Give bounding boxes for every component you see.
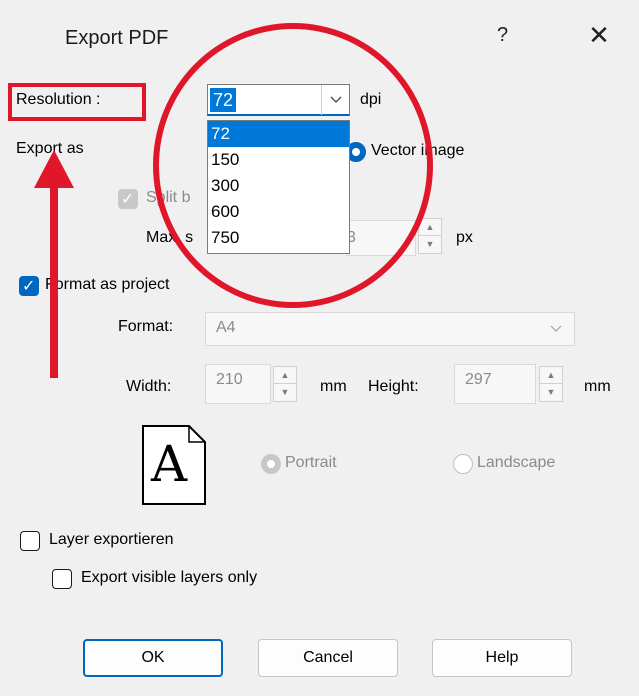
portrait-label: Portrait: [285, 454, 337, 471]
format-label: Format:: [118, 318, 174, 335]
cancel-button[interactable]: Cancel: [258, 639, 398, 677]
arrow-up-icon: [34, 150, 74, 378]
format-select[interactable]: A4: [205, 312, 575, 346]
dialog-title: Export PDF: [65, 27, 169, 49]
height-field[interactable]: 297: [454, 364, 536, 404]
ok-button[interactable]: OK: [83, 639, 223, 677]
close-icon[interactable]: ✕: [584, 20, 614, 50]
height-unit: mm: [584, 378, 611, 395]
spin-down-icon[interactable]: ▼: [419, 236, 441, 253]
resolution-dropdown-list[interactable]: 72 150 300 600 750: [207, 120, 350, 254]
annotation-highlight-box: [8, 83, 146, 121]
spin-down-icon[interactable]: ▼: [540, 384, 562, 401]
page-icon-letter: A: [151, 435, 188, 493]
format-value: A4: [216, 319, 236, 336]
resolution-option[interactable]: 750: [208, 225, 349, 251]
width-field[interactable]: 210: [205, 364, 271, 404]
resolution-option[interactable]: 600: [208, 199, 349, 225]
max-size-spinner[interactable]: ▲ ▼: [418, 218, 442, 254]
layer-export-label: Layer exportieren: [49, 531, 174, 548]
chevron-down-icon: [550, 325, 562, 332]
spin-down-icon[interactable]: ▼: [274, 384, 296, 401]
help-button[interactable]: Help: [432, 639, 572, 677]
check-icon: ✓: [121, 191, 135, 208]
portrait-radio[interactable]: [261, 454, 281, 474]
spin-up-icon[interactable]: ▲: [540, 367, 562, 384]
landscape-radio[interactable]: [453, 454, 473, 474]
visible-layers-label: Export visible layers only: [81, 569, 258, 586]
resolution-option[interactable]: 150: [208, 147, 349, 173]
height-value: 297: [465, 371, 492, 388]
landscape-label: Landscape: [477, 454, 556, 471]
width-value: 210: [216, 371, 243, 388]
export-pdf-dialog: Export PDF ? ✕ Resolution : 72 dpi Expor…: [0, 0, 639, 696]
width-spinner[interactable]: ▲ ▼: [273, 366, 297, 402]
spin-up-icon[interactable]: ▲: [274, 367, 296, 384]
help-question-button[interactable]: ?: [497, 24, 508, 47]
visible-layers-checkbox[interactable]: [52, 569, 72, 589]
max-size-unit: px: [456, 229, 473, 246]
height-spinner[interactable]: ▲ ▼: [539, 366, 563, 402]
resolution-option[interactable]: 72: [208, 121, 349, 147]
width-unit: mm: [320, 378, 347, 395]
page-icon: A: [141, 424, 207, 511]
height-label: Height:: [368, 378, 419, 395]
spin-up-icon[interactable]: ▲: [419, 219, 441, 236]
width-label: Width:: [126, 378, 172, 395]
resolution-option[interactable]: 300: [208, 173, 349, 199]
split-checkbox[interactable]: ✓: [118, 189, 138, 209]
layer-export-checkbox[interactable]: [20, 531, 40, 551]
